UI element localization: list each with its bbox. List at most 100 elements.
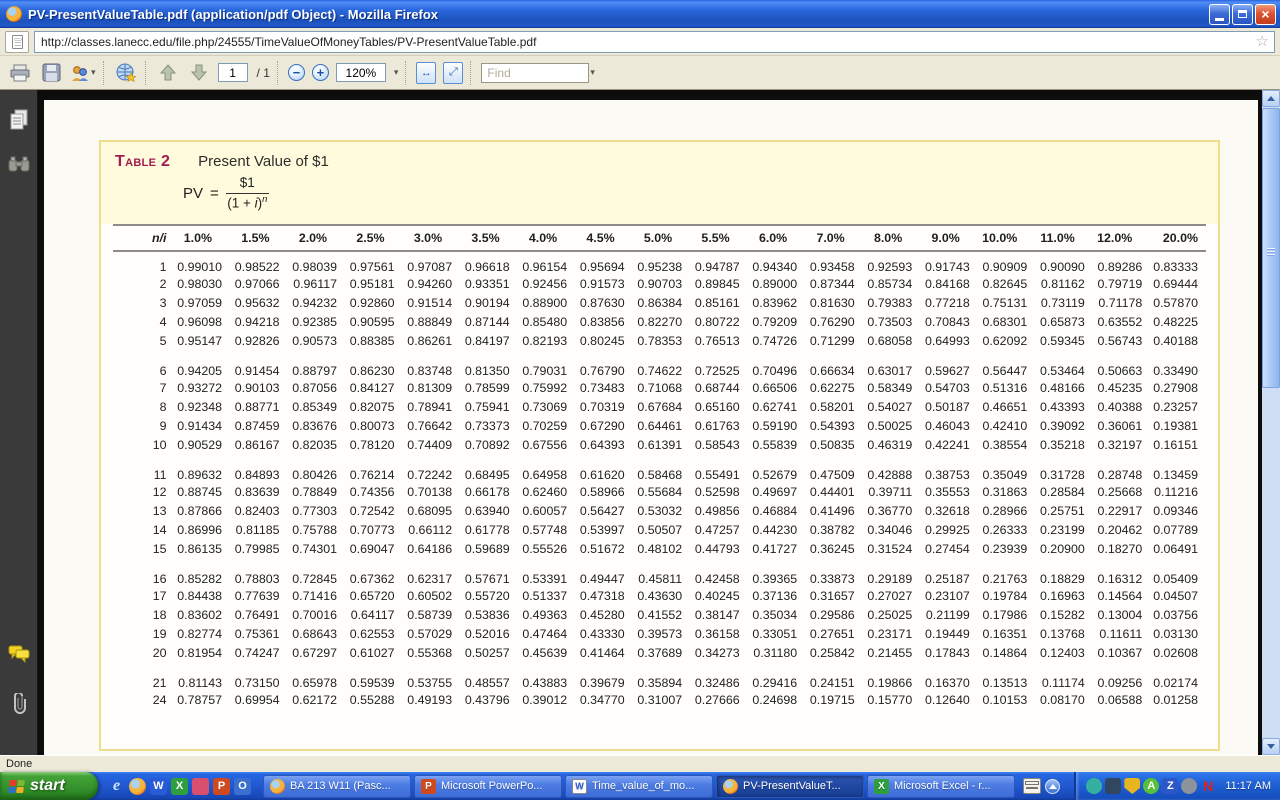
- close-button[interactable]: ×: [1255, 4, 1276, 25]
- minimize-button[interactable]: [1209, 4, 1230, 25]
- pv-cell: 0.74301: [286, 539, 344, 558]
- pv-cell: 0.95181: [343, 274, 401, 293]
- pv-cell: 0.68301: [976, 312, 1034, 331]
- scroll-up-button[interactable]: [1262, 90, 1280, 107]
- pv-cell: 0.71416: [286, 586, 344, 605]
- start-button[interactable]: start: [0, 772, 98, 800]
- pv-cell: 0.45811: [631, 558, 689, 586]
- excel-icon: X: [874, 779, 889, 794]
- task-button[interactable]: PV-PresentValueT...: [716, 775, 864, 798]
- firefox-icon[interactable]: [129, 778, 146, 795]
- pv-cell: 0.59345: [1033, 331, 1091, 350]
- word-icon[interactable]: W: [150, 778, 167, 795]
- pv-cell: 0.74247: [228, 643, 286, 662]
- find-input[interactable]: [481, 63, 589, 83]
- address-bar: ☆: [0, 28, 1280, 56]
- upload-button[interactable]: [114, 60, 138, 86]
- pv-cell: 0.48557: [458, 662, 516, 690]
- pv-cell: 0.95694: [573, 251, 631, 274]
- formula-equals: =: [210, 185, 219, 202]
- zoom-level-select[interactable]: 120%: [336, 63, 386, 82]
- pages-panel-button[interactable]: [7, 108, 31, 132]
- previous-page-button[interactable]: [156, 60, 180, 86]
- pv-cell: 0.58468: [631, 454, 689, 482]
- pv-cell: 0.76214: [343, 454, 401, 482]
- pv-cell: 0.57870: [1148, 293, 1206, 312]
- pv-cell: 0.95238: [631, 251, 689, 274]
- pv-cell: 0.36245: [803, 539, 861, 558]
- internet-explorer-icon[interactable]: e: [108, 778, 125, 795]
- system-icon[interactable]: [1105, 778, 1121, 794]
- task-button[interactable]: BA 213 W11 (Pasc...: [263, 775, 411, 798]
- column-header: 20.0%: [1148, 225, 1206, 251]
- url-input[interactable]: [34, 31, 1275, 53]
- bookmark-star-icon[interactable]: ☆: [1256, 33, 1269, 51]
- quick-launch-bar: e WX PO: [98, 778, 259, 795]
- scrollbar-thumb[interactable]: [1262, 108, 1280, 388]
- zone-icon[interactable]: Z: [1162, 778, 1178, 794]
- pv-cell: 0.53464: [1033, 350, 1091, 378]
- access-icon[interactable]: [192, 778, 209, 795]
- pv-cell: 0.16370: [918, 662, 976, 690]
- scroll-down-button[interactable]: [1262, 738, 1280, 755]
- zoom-in-button[interactable]: +: [312, 64, 329, 81]
- shield-icon[interactable]: [1124, 778, 1140, 794]
- vertical-scrollbar[interactable]: [1262, 90, 1280, 755]
- comments-panel-button[interactable]: [7, 642, 31, 666]
- pv-cell: 0.92385: [286, 312, 344, 331]
- next-page-button[interactable]: [187, 60, 211, 86]
- attachments-panel-button[interactable]: [7, 692, 31, 716]
- fit-page-button[interactable]: ⤢: [443, 62, 463, 84]
- print-button[interactable]: [8, 60, 32, 86]
- show-hidden-icons-button[interactable]: [1045, 779, 1060, 794]
- pv-cell: 0.66634: [803, 350, 861, 378]
- pv-cell: 0.41496: [803, 501, 861, 520]
- search-panel-button[interactable]: [7, 152, 31, 176]
- task-button[interactable]: XMicrosoft Excel - r...: [867, 775, 1015, 798]
- excel-icon[interactable]: X: [171, 778, 188, 795]
- pv-formula: PV = $1 (1 + i)n: [183, 175, 1218, 212]
- comments-icon: [8, 645, 30, 663]
- fit-width-button[interactable]: ↔: [416, 62, 436, 84]
- pv-cell: 0.28748: [1091, 454, 1149, 482]
- restore-button[interactable]: [1232, 4, 1253, 25]
- save-button[interactable]: [39, 60, 63, 86]
- clock: 11:17 AM: [1225, 780, 1271, 792]
- pv-cell: 0.14564: [1091, 586, 1149, 605]
- messenger-icon[interactable]: [1086, 778, 1102, 794]
- zoom-out-button[interactable]: −: [288, 64, 305, 81]
- taskbar: start eWXPO BA 213 W11 (Pasc...PMicrosof…: [0, 772, 1280, 800]
- pv-cell: 0.81162: [1033, 274, 1091, 293]
- volume-icon[interactable]: [1181, 778, 1197, 794]
- find-dropdown-caret[interactable]: ▾: [590, 67, 595, 78]
- task-button[interactable]: PMicrosoft PowerPo...: [414, 775, 562, 798]
- pv-cell: 0.33873: [803, 558, 861, 586]
- pv-cell: 0.36061: [1091, 416, 1149, 435]
- task-button[interactable]: WTime_value_of_mo...: [565, 775, 713, 798]
- pv-cell: 0.35049: [976, 454, 1034, 482]
- zoom-dropdown-caret[interactable]: ▾: [394, 67, 399, 78]
- antivirus-icon[interactable]: A: [1143, 778, 1159, 794]
- site-icon[interactable]: [5, 31, 29, 53]
- pv-cell: 0.28584: [1033, 482, 1091, 501]
- table-row: 200.819540.742470.672970.610270.553680.5…: [113, 643, 1206, 662]
- pv-cell: 0.48102: [631, 539, 689, 558]
- pv-cell: 0.84197: [458, 331, 516, 350]
- language-bar-icon[interactable]: [1023, 778, 1041, 794]
- pv-cell: 0.52016: [458, 624, 516, 643]
- pv-cell: 0.43330: [573, 624, 631, 643]
- page-number-input[interactable]: [218, 63, 248, 82]
- pv-cell: 0.74622: [631, 350, 689, 378]
- powerpoint-icon[interactable]: P: [213, 778, 230, 795]
- pv-cell: 0.44401: [803, 482, 861, 501]
- pv-cell: 0.44793: [688, 539, 746, 558]
- email-button[interactable]: ▾: [70, 60, 96, 86]
- outlook-icon[interactable]: O: [234, 778, 251, 795]
- pv-cell: 0.50025: [861, 416, 919, 435]
- pv-cell: 0.84168: [918, 274, 976, 293]
- period-cell: 17: [113, 586, 171, 605]
- novell-icon[interactable]: N: [1200, 778, 1216, 794]
- email-dropdown-caret[interactable]: ▾: [91, 67, 96, 78]
- pv-cell: 0.10367: [1091, 643, 1149, 662]
- pv-cell: 0.31728: [1033, 454, 1091, 482]
